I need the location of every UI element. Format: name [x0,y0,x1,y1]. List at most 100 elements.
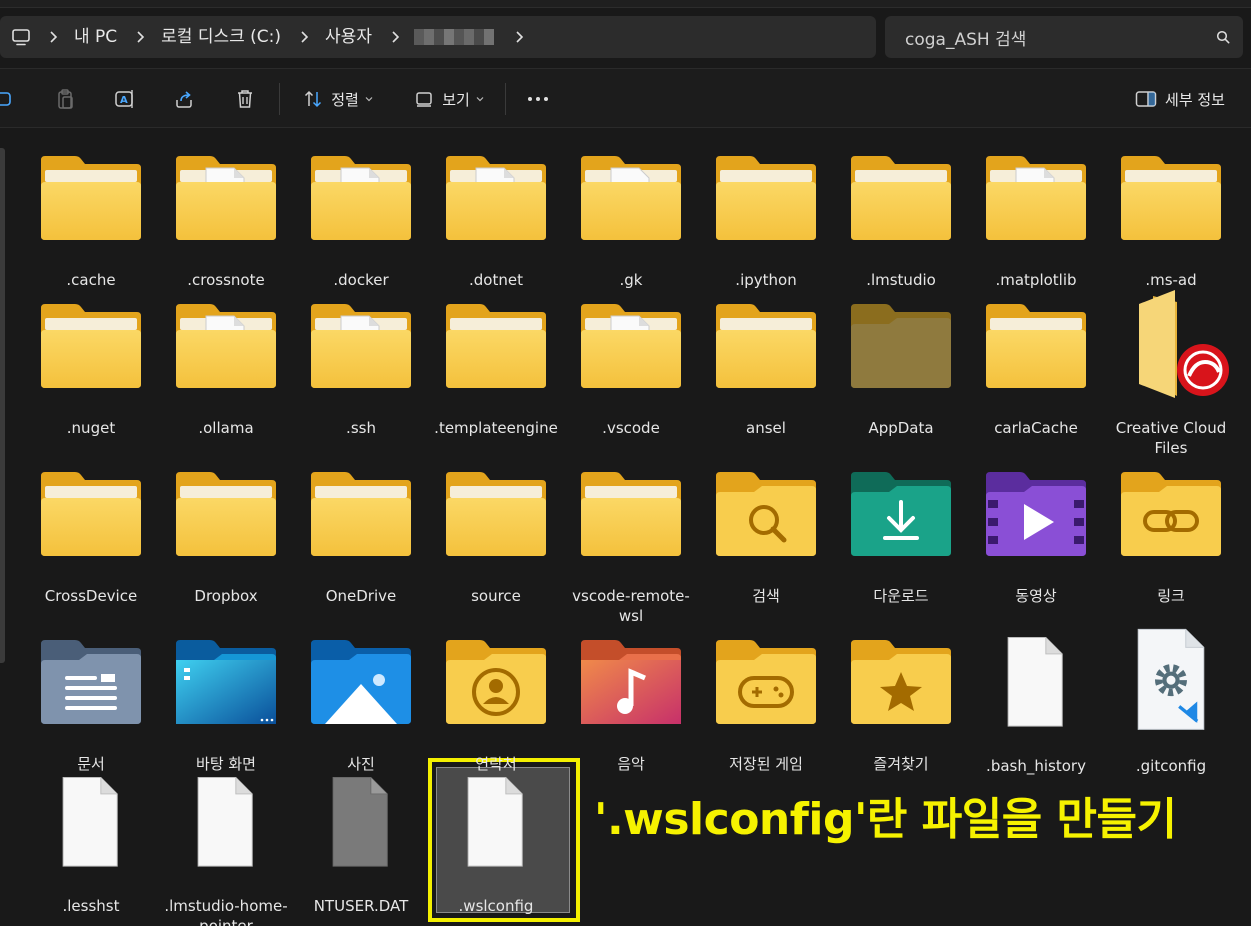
details-pane-button[interactable]: 세부 정보 [1128,69,1232,129]
grid-item-wslconfig[interactable]: .wslconfig [431,774,561,916]
item-label: 링크 [1157,587,1185,605]
address-bar[interactable]: 내 PC 로컬 디스크 (C:) 사용자 [0,16,876,58]
grid-item-gitconfig[interactable]: .gitconfig [1106,628,1236,776]
desktop-folder-icon [170,634,282,728]
folder-icon [170,466,282,560]
grid-item-appdata[interactable]: AppData [836,298,966,438]
share-icon[interactable] [167,69,201,129]
grid-item-문서[interactable]: 문서 [26,634,156,774]
folder-with-json-icon: {} [575,150,687,244]
view-button[interactable]: 보기 [409,69,489,129]
paste-icon[interactable] [48,69,82,129]
breadcrumb-username-blurred[interactable] [413,29,494,45]
command-bar: A 정렬 보기 세부 정보 [0,68,1251,128]
grid-item-gk[interactable]: {} .gk [566,150,696,290]
grid-item-cache[interactable]: .cache [26,150,156,290]
item-label: .gitconfig [1135,757,1207,775]
grid-item-crossnote[interactable]: .crossnote [161,150,291,290]
grid-item-lesshst[interactable]: .lesshst [26,774,156,916]
file-icon [45,777,137,867]
delete-icon[interactable] [228,69,262,129]
grid-item-lmstudio[interactable]: .lmstudio [836,150,966,290]
search-input[interactable]: coga_ASH 검색 [905,25,1203,50]
grid-item-creative-cloud-files[interactable]: Creative Cloud Files [1106,290,1236,458]
grid-item-저장된-게임[interactable]: 저장된 게임 [701,634,831,774]
search-box[interactable]: coga_ASH 검색 [885,16,1243,58]
more-options-icon[interactable] [520,69,556,129]
grid-item-바탕-화면[interactable]: 바탕 화면 [161,634,291,774]
contacts-folder-icon [440,634,552,728]
folder-with-file-icon [305,298,417,392]
creative-cloud-folder-icon [1115,290,1229,398]
details-label: 세부 정보 [1165,90,1225,109]
chevron-right-icon[interactable] [42,16,64,58]
grid-item-즐겨찾기[interactable]: 즐겨찾기 [836,634,966,774]
grid-item-검색[interactable]: 검색 [701,466,831,606]
breadcrumb-users[interactable]: 사용자 [315,16,384,58]
folder-with-file-icon [980,150,1092,244]
item-label: 문서 [77,755,105,773]
grid-item-연락처[interactable]: 연락처 [431,634,561,774]
item-label: .bash_history [986,757,1086,775]
grid-item-ntuser-dat[interactable]: NTUSER.DAT [296,774,426,916]
view-label: 보기 [442,90,470,109]
file-icon [180,777,272,867]
favorites-folder-icon [845,634,957,728]
sort-button[interactable]: 정렬 [297,69,379,129]
chevron-right-icon[interactable] [293,16,315,58]
links-folder-icon [1115,466,1227,560]
item-label: OneDrive [325,587,397,605]
grid-item-bash-history[interactable]: .bash_history [971,634,1101,776]
folder-icon [440,298,552,392]
rename-icon[interactable]: A [108,69,142,129]
item-label: .gk [619,271,643,289]
grid-item-vscode[interactable]: .vscode [566,298,696,438]
hidden-file-icon [315,777,407,867]
grid-item-onedrive[interactable]: OneDrive [296,466,426,606]
search-icon[interactable] [1203,30,1243,44]
breadcrumb-my-pc[interactable]: 내 PC [64,16,129,58]
folder-icon [575,466,687,560]
grid-item-vscode-remote-wsl[interactable]: vscode-remote-wsl [566,466,696,626]
grid-item-docker[interactable]: .docker [296,150,426,290]
item-label: .ollama [198,419,254,437]
saved-games-folder-icon [710,634,822,728]
item-label: CrossDevice [44,587,138,605]
grid-item-templateengine[interactable]: .templateengine [431,298,561,438]
folder-with-file-icon [170,298,282,392]
grid-item-ssh[interactable]: .ssh [296,298,426,438]
chevron-right-icon[interactable] [129,16,151,58]
grid-item-ansel[interactable]: ansel [701,298,831,438]
svg-text:A: A [120,95,128,106]
search-folder-icon [710,466,822,560]
grid-item-사진[interactable]: 사진 [296,634,426,774]
grid-item-링크[interactable]: 링크 [1106,466,1236,606]
monitor-icon[interactable] [0,16,42,58]
annotation-text: '.wslconfig'란 파일을 만들기 [594,794,1177,845]
grid-item-lmstudio-home-pointer[interactable]: .lmstudio-home-pointer [161,774,291,926]
file-icon [990,637,1082,727]
item-label: .wslconfig [458,897,534,915]
grid-item-동영상[interactable]: 동영상 [971,466,1101,606]
item-label: .matplotlib [995,271,1077,289]
folder-with-file-icon [440,150,552,244]
grid-item-ipython[interactable]: .ipython [701,150,831,290]
grid-item-ollama[interactable]: .ollama [161,298,291,438]
file-icon [450,777,542,867]
chevron-right-icon[interactable] [384,16,406,58]
grid-item-source[interactable]: source [431,466,561,606]
breadcrumb-local-disk[interactable]: 로컬 디스크 (C:) [151,16,293,58]
grid-item-ms-ad[interactable]: .ms-ad [1106,150,1236,290]
grid-item-음악[interactable]: 음악 [566,634,696,774]
copy-icon[interactable] [0,69,16,129]
grid-item-carlacache[interactable]: carlaCache [971,298,1101,438]
grid-item-dotnet[interactable]: .dotnet [431,150,561,290]
item-label: .ms-ad [1145,271,1197,289]
folder-icon [35,466,147,560]
grid-item-다운로드[interactable]: 다운로드 [836,466,966,606]
grid-item-crossdevice[interactable]: CrossDevice [26,466,156,606]
chevron-right-icon[interactable] [508,16,530,58]
grid-item-matplotlib[interactable]: .matplotlib [971,150,1101,290]
grid-item-dropbox[interactable]: Dropbox [161,466,291,606]
grid-item-nuget[interactable]: .nuget [26,298,156,438]
